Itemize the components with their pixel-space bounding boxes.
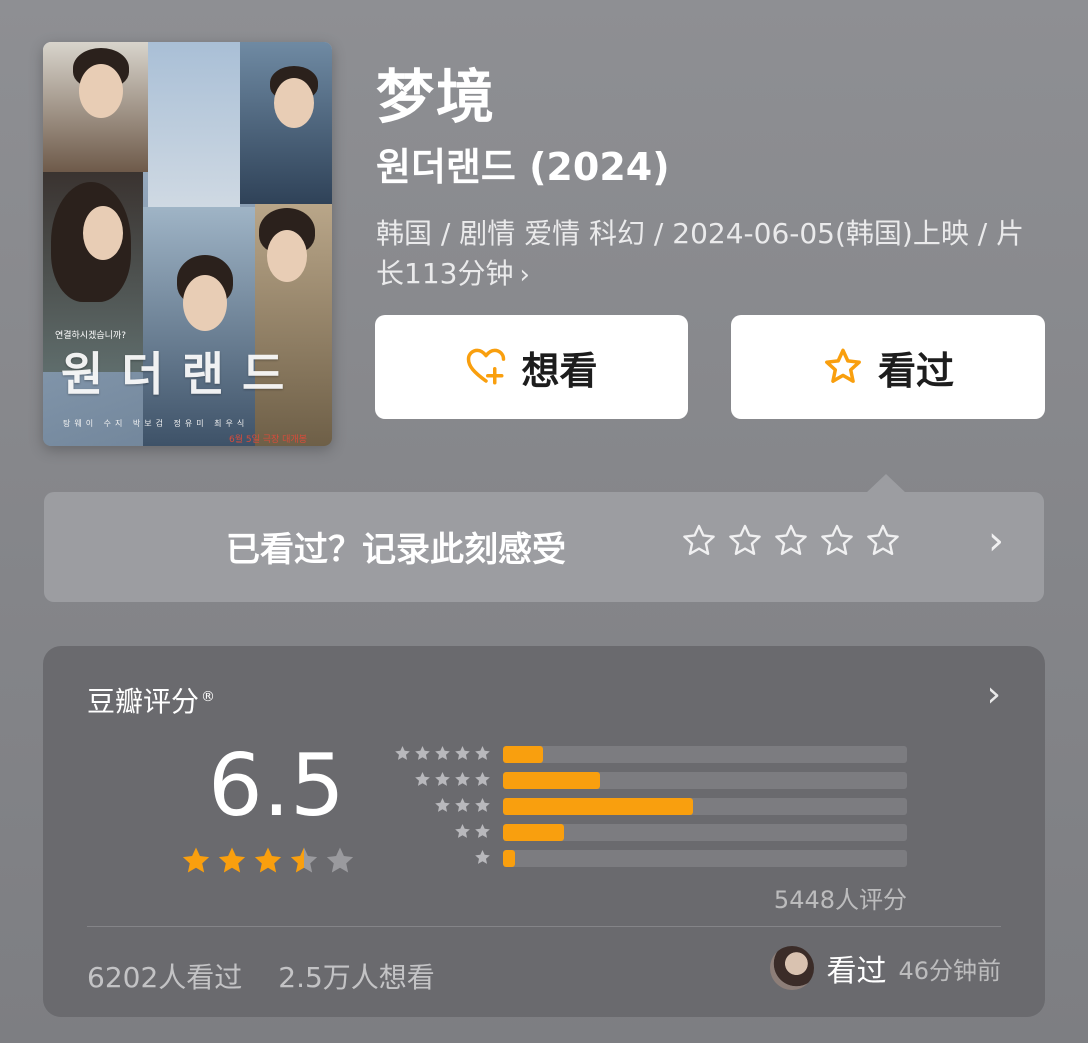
poster-panel [255,204,332,446]
star-empty-icon [455,771,470,786]
chevron-right-icon: › [519,260,530,290]
star-empty-icon [395,745,410,760]
rating-bar-row [389,846,909,872]
movie-meta-text: 韩国 / 剧情 爱情 科幻 / 2024-06-05(韩国)上映 / 片长113… [376,217,1025,290]
bar-track [503,746,907,763]
star-empty-icon [415,745,430,760]
bar-track [503,772,907,789]
rating-label-text: 豆瓣评分 [87,685,200,718]
star-outline-icon [825,348,861,383]
poster-panel [148,42,240,207]
douban-rating-card[interactable]: 豆瓣评分 ® › 6.5 5448人评分 6202人看过 2.5万人想看 看过 4… [43,646,1045,1017]
star-outline-icon[interactable] [818,522,856,560]
bar-track [503,850,907,867]
bar-stars [393,744,492,763]
recent-time: 46分钟前 [898,956,1001,985]
bar-fill [503,772,600,789]
bar-stars [453,822,492,841]
movie-meta[interactable]: 韩国 / 剧情 爱情 科幻 / 2024-06-05(韩国)上映 / 片长113… [376,214,1026,295]
recent-action: 看过 [826,954,887,989]
watched-button[interactable]: 看过 [731,315,1045,419]
star-outline-icon[interactable] [864,522,902,560]
poster-release: 6월 5일 극장 대개봉 [229,435,307,445]
bar-stars [413,770,492,789]
rating-score: 6.5 [208,736,345,836]
star-empty-icon [415,771,430,786]
bar-stars [433,796,492,815]
rating-bar-row [389,820,909,846]
chevron-right-icon[interactable]: › [988,518,1004,564]
bar-fill [503,850,516,867]
record-feeling-bar[interactable]: 已看过？记录此刻感受 › [44,492,1044,602]
bar-fill [503,824,564,841]
seen-label: 看过 [877,348,954,393]
want-label: 想看 [521,348,598,393]
poster-panel [240,42,332,204]
rating-bar-row [389,794,909,820]
star-half-icon [290,847,318,873]
star-empty-icon [435,745,450,760]
want-count: 2.5万人想看 [278,961,435,994]
divider [87,926,1001,927]
star-empty-icon [455,797,470,812]
bar-track [503,824,907,841]
star-filled-icon [182,847,210,873]
avatar[interactable] [770,946,815,990]
watch-stats: 6202人看过 2.5万人想看 [87,956,435,996]
chevron-right-icon[interactable]: › [987,674,1001,715]
record-prompt: 已看过？记录此刻感受 [226,530,566,570]
rating-bar-row [389,768,909,794]
star-empty-icon [435,771,450,786]
star-empty-icon [475,797,490,812]
bar-stars [473,848,492,867]
rating-bar-row [389,742,909,768]
rating-label: 豆瓣评分 ® [87,680,215,720]
callout-pointer [866,474,906,493]
score-stars [179,844,357,878]
star-outline-icon[interactable] [726,522,764,560]
poster-panel [43,42,148,172]
star-empty-icon [475,745,490,760]
poster-title: 원더랜드 [61,347,303,401]
poster-panel [143,207,255,446]
movie-title: 梦境 [376,63,497,131]
bar-fill [503,746,544,763]
heart-plus-icon [467,348,506,385]
star-outline-icon[interactable] [772,522,810,560]
star-empty-icon [475,771,490,786]
star-empty-icon [475,849,490,864]
star-filled-icon [254,847,282,873]
star-filled-icon [218,847,246,873]
poster-credits: 탕웨이 수지 박보검 정유미 최우식 [63,419,249,428]
star-empty-icon [435,797,450,812]
seen-count: 6202人看过 [87,961,243,994]
registered-mark: ® [201,688,216,705]
bar-track [503,798,907,815]
star-empty-icon [455,745,470,760]
rating-distribution [389,742,909,872]
movie-original-title: 원더랜드 (2024) [376,145,670,189]
rate-stars[interactable] [680,522,902,560]
recent-activity[interactable]: 看过 46分钟前 [770,946,1001,990]
rating-count: 5448人评分 [773,886,907,914]
want-to-watch-button[interactable]: 想看 [375,315,688,419]
star-empty-icon [455,823,470,838]
star-outline-icon[interactable] [680,522,718,560]
bar-fill [503,798,693,815]
star-empty-icon [326,847,354,873]
movie-poster[interactable]: 연결하시겠습니까? 원더랜드 탕웨이 수지 박보검 정유미 최우식 6월 5일 … [43,42,332,446]
star-empty-icon [475,823,490,838]
